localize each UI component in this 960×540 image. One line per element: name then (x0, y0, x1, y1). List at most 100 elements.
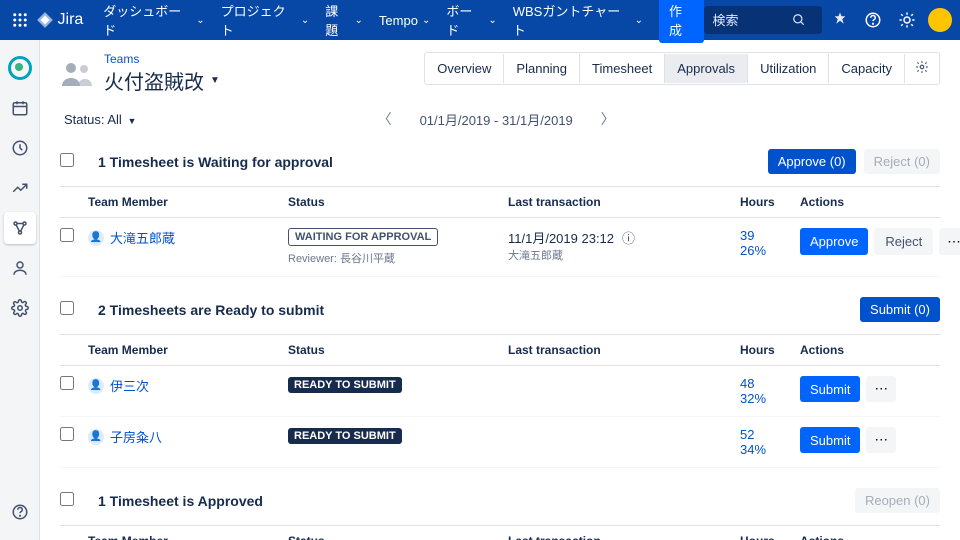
sidebar-settings-icon[interactable] (4, 292, 36, 324)
sidebar-help-icon[interactable] (4, 496, 36, 528)
reviewer-label: Reviewer: 長谷川平蔵 (288, 250, 508, 266)
section-title: 2 Timesheets are Ready to submit (98, 302, 860, 318)
col-header-status: Status (288, 534, 508, 540)
nav-item[interactable]: プロジェクト ⌄ (213, 0, 318, 40)
info-icon[interactable]: ⓘ (622, 231, 635, 246)
member-link[interactable]: 👤 子房粂八 (88, 427, 288, 446)
chevron-down-icon: ⌄ (488, 15, 496, 26)
col-header-trans: Last transaction (508, 195, 740, 209)
product-name: Jira (58, 11, 84, 29)
section-select-all-checkbox[interactable] (60, 301, 74, 315)
section: 1 Timesheet is Waiting for approval Appr… (60, 143, 940, 277)
status-badge: READY TO SUBMIT (288, 377, 402, 393)
nav-item[interactable]: WBSガントチャート⌄ (505, 0, 651, 40)
tab-planning[interactable]: Planning (504, 54, 580, 83)
status-badge: READY TO SUBMIT (288, 428, 402, 444)
app-switcher-icon[interactable] (8, 8, 32, 32)
col-header-trans: Last transaction (508, 343, 740, 357)
section-title: 1 Timesheet is Approved (98, 493, 855, 509)
table-header: Team Member Status Last transaction Hour… (60, 186, 940, 218)
nav-item-label: プロジェクト (221, 1, 297, 39)
notifications-icon[interactable] (824, 4, 855, 36)
section-action-button[interactable]: Approve (0) (768, 149, 856, 174)
user-avatar[interactable] (928, 8, 952, 32)
more-actions-button[interactable]: ⋯ (866, 427, 895, 453)
tab-timesheet[interactable]: Timesheet (580, 54, 665, 83)
col-header-member: Team Member (88, 534, 288, 540)
col-header-hours: Hours (740, 343, 800, 357)
chevron-down-icon: ⌄ (422, 15, 430, 26)
breadcrumb[interactable]: Teams (104, 52, 220, 66)
chevron-down-icon: ▼ (127, 116, 136, 126)
sidebar-accounts-icon[interactable] (4, 252, 36, 284)
chevron-down-icon: ⌄ (301, 15, 309, 26)
section-action-button[interactable]: Submit (0) (860, 297, 940, 322)
more-actions-button[interactable]: ⋯ (866, 376, 895, 402)
sidebar-status-icon[interactable] (4, 52, 36, 84)
team-icon (60, 60, 96, 88)
member-name: 子房粂八 (110, 427, 162, 446)
hours-percent[interactable]: 34% (740, 442, 800, 457)
create-button[interactable]: 作成 (659, 0, 705, 43)
row-action-button[interactable]: Submit (800, 427, 860, 453)
member-link[interactable]: 👤伊三次 (88, 376, 288, 395)
row-checkbox[interactable] (60, 228, 74, 242)
section-select-all-checkbox[interactable] (60, 153, 74, 167)
hours-value[interactable]: 48 (740, 376, 800, 391)
col-header-hours: Hours (740, 534, 800, 540)
nav-item-label: ダッシュボード (103, 1, 192, 39)
col-header-member: Team Member (88, 195, 288, 209)
tab-settings-gear[interactable] (905, 53, 939, 84)
sidebar-teams-icon[interactable] (4, 212, 36, 244)
table-row: 👤 子房粂八 READY TO SUBMIT 5234% Submit⋯ (60, 417, 940, 468)
member-link[interactable]: 👤大滝五郎蔵 (88, 228, 288, 247)
main-content: Teams 火付盗賊改 ▼ OverviewPlanningTimesheetA… (40, 40, 960, 540)
chevron-down-icon: ▼ (210, 75, 220, 86)
table-row: 👤伊三次 READY TO SUBMIT 4832% Submit⋯ (60, 366, 940, 417)
col-header-trans: Last transaction (508, 534, 740, 540)
chevron-down-icon: ⌄ (355, 15, 363, 26)
hours-percent[interactable]: 32% (740, 391, 800, 406)
transaction-date: 11/1月/2019 23:12ⓘ (508, 228, 740, 247)
team-name-dropdown[interactable]: 火付盗賊改 ▼ (104, 66, 220, 95)
jira-logo[interactable]: Jira (36, 11, 84, 29)
tab-approvals[interactable]: Approvals (665, 54, 748, 83)
sidebar-reports-icon[interactable] (4, 172, 36, 204)
col-header-hours: Hours (740, 195, 800, 209)
hours-value[interactable]: 52 (740, 427, 800, 442)
prev-period-button[interactable]: 〈 (378, 109, 392, 129)
sidebar-calendar-icon[interactable] (4, 92, 36, 124)
hours-percent[interactable]: 26% (740, 243, 800, 258)
member-avatar-icon: 👤 (88, 378, 104, 394)
nav-item[interactable]: Tempo⌄ (371, 0, 438, 40)
nav-item[interactable]: ダッシュボード⌄ (95, 0, 212, 40)
more-actions-button[interactable]: ⋯ (939, 228, 960, 255)
settings-icon[interactable] (891, 4, 922, 36)
row-checkbox[interactable] (60, 376, 74, 390)
nav-item-label: ボード (446, 1, 484, 39)
row-checkbox[interactable] (60, 427, 74, 441)
tab-overview[interactable]: Overview (425, 54, 504, 83)
tab-capacity[interactable]: Capacity (829, 54, 905, 83)
status-filter-dropdown[interactable]: Status: All ▼ (64, 112, 136, 127)
chevron-down-icon: ⌄ (635, 15, 643, 26)
nav-item[interactable]: ボード ⌄ (438, 0, 504, 40)
search-input[interactable] (712, 13, 792, 28)
section-select-all-checkbox[interactable] (60, 492, 74, 506)
tab-utilization[interactable]: Utilization (748, 54, 829, 83)
sidebar-activity-icon[interactable] (4, 132, 36, 164)
row-action-button[interactable]: Submit (800, 376, 860, 402)
hours-value[interactable]: 39 (740, 228, 800, 243)
nav-item[interactable]: 課題⌄ (317, 0, 371, 40)
col-header-actions: Actions (800, 534, 940, 540)
col-header-member: Team Member (88, 343, 288, 357)
member-avatar-icon: 👤 (88, 429, 104, 445)
topbar: Jira ダッシュボード⌄プロジェクト⌄課題⌄Tempo⌄ボード⌄WBSガントチ… (0, 0, 960, 40)
row-action-button[interactable]: Approve (800, 228, 868, 255)
row-action-button[interactable]: Reject (874, 228, 933, 255)
table-header: Team Member Status Last transaction Hour… (60, 334, 940, 366)
search-box[interactable] (704, 6, 822, 34)
col-header-status: Status (288, 343, 508, 357)
next-period-button[interactable]: 〉 (601, 109, 615, 129)
help-icon[interactable] (858, 4, 889, 36)
